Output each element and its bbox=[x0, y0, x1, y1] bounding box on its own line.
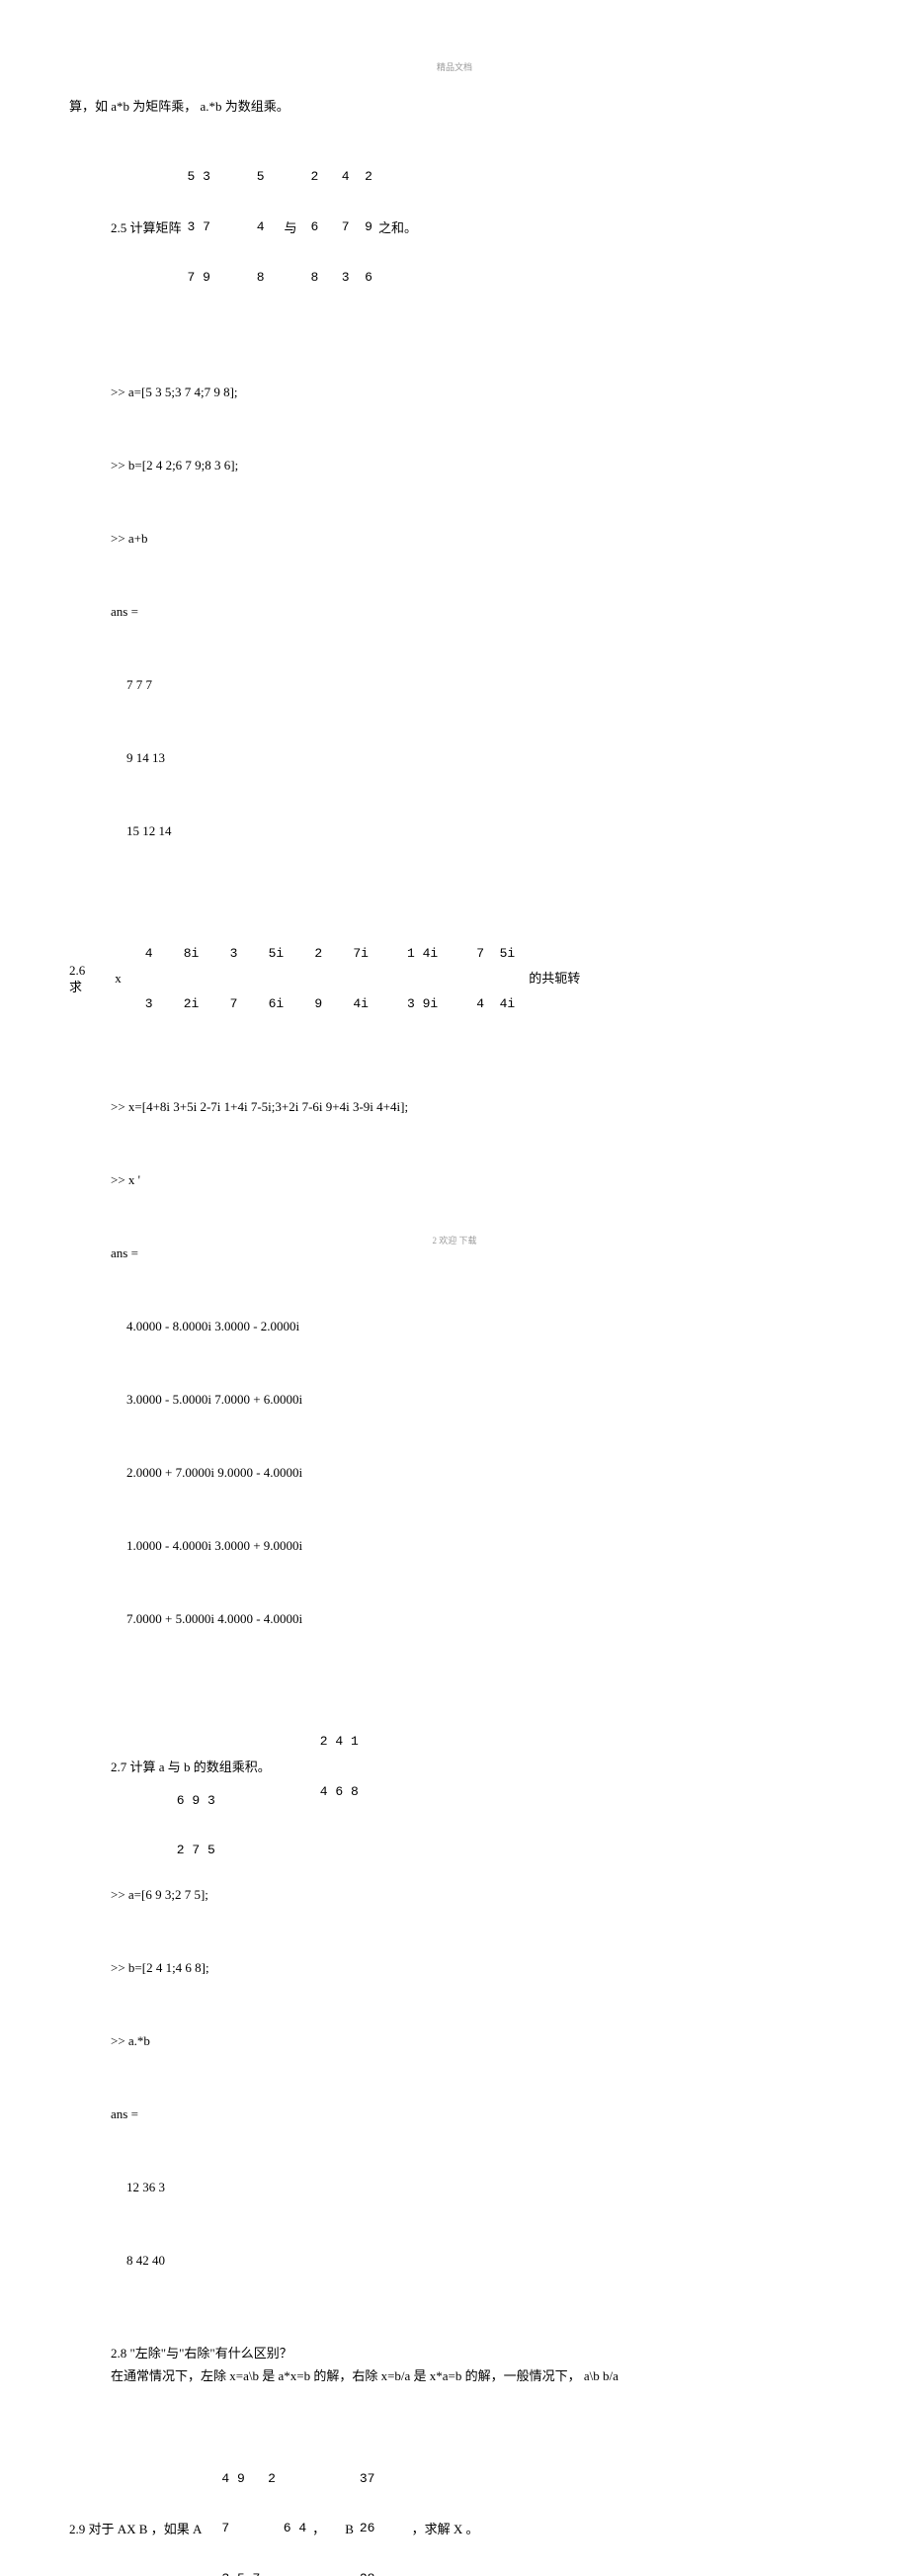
problem-2-5: 2.5 计算矩阵 5 3 5 3 7 4 7 9 8 与 2 4 2 6 7 9 bbox=[69, 136, 840, 894]
p25-matrix1: 5 3 5 3 7 4 7 9 8 bbox=[188, 136, 265, 320]
intro-line: 算，如 a*b 为矩阵乘， a.*b 为数组乘。 bbox=[69, 95, 840, 118]
problem-2-9: 2.9 对于 AX B ，如果 A 4 9 2 7 6 4 3 5 7 ， B … bbox=[69, 2438, 840, 2576]
page-footer: 2 欢迎 下载 bbox=[0, 1233, 909, 1248]
p29-matrixA: 4 9 2 7 6 4 3 5 7 bbox=[221, 2438, 306, 2576]
p26-matrix: 4 8i 3 5i 2 7i 1 4i 7 5i 3 2i 7 6i 9 4i … bbox=[145, 912, 515, 1046]
page-header: 精品文档 bbox=[69, 59, 840, 75]
p29-prefix: 2.9 对于 AX B ，如果 A bbox=[69, 2518, 202, 2540]
p25-matrix2: 2 4 2 6 7 9 8 3 6 bbox=[311, 136, 372, 320]
problem-2-6: 2.6 求 x 4 8i 3 5i 2 7i 1 4i 7 5i 3 2i 7 … bbox=[69, 912, 840, 1680]
problem-2-7: 2.7 计算 a 与 b 的数组乘积。 6 9 3 2 7 5 2 4 1 4 … bbox=[69, 1700, 840, 2322]
p29-comma: ， bbox=[312, 2518, 325, 2540]
problem-2-8: 2.8 "左除"与"右除"有什么区别？ 在通常情况下，左除 x=a\b 是 a*… bbox=[69, 2342, 840, 2388]
p29-b: B bbox=[345, 2518, 354, 2540]
p28-q: 2.8 "左除"与"右除"有什么区别？ bbox=[111, 2342, 840, 2364]
p29-matrixB: 37 26 28 bbox=[360, 2438, 406, 2576]
p29-post: ，求解 X 。 bbox=[412, 2518, 479, 2540]
p25-code: >> a=[5 3 5;3 7 4;7 9 8]; >> b=[2 4 2;6 … bbox=[69, 331, 840, 893]
p26-qiu: 求 bbox=[69, 980, 82, 996]
p27-code: >> a=[6 9 3;2 7 5]; >> b=[2 4 1;4 6 8]; … bbox=[69, 1834, 840, 2322]
p26-code: >> x=[4+8i 3+5i 2-7i 1+4i 7-5i;3+2i 7-6i… bbox=[69, 1046, 840, 1680]
p28-a: 在通常情况下，左除 x=a\b 是 a*x=b 的解，右除 x=b/a 是 x*… bbox=[111, 2364, 840, 2387]
p26-x: x bbox=[115, 971, 122, 987]
p27-matrix1: 6 9 3 2 7 5 bbox=[177, 1760, 254, 1893]
p25-post: 之和。 bbox=[378, 216, 417, 239]
p25-mid: 与 bbox=[285, 216, 297, 239]
p25-prefix: 2.5 计算矩阵 bbox=[111, 216, 182, 239]
p26-post: 的共轭转 bbox=[529, 971, 580, 987]
p27-matrix2: 2 4 1 4 6 8 bbox=[320, 1700, 381, 1834]
p26-num: 2.6 bbox=[69, 963, 85, 980]
